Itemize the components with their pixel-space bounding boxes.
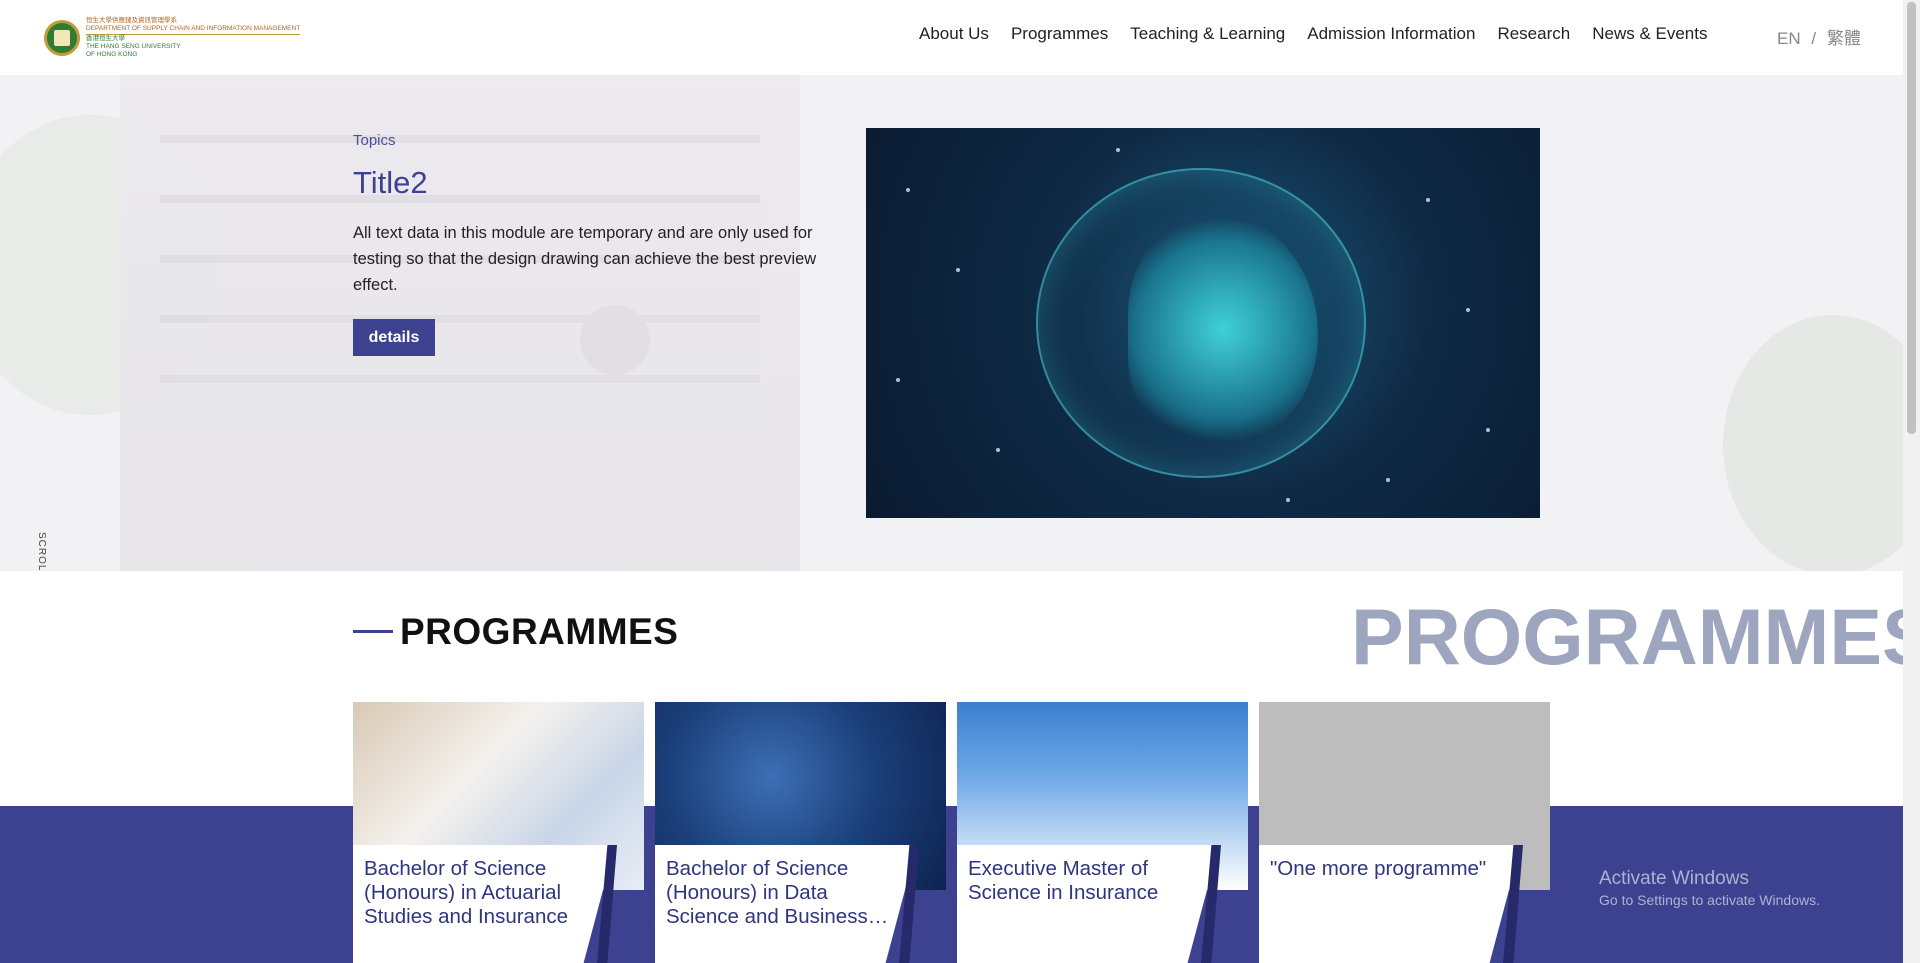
programme-card-title: Executive Master of Science in Insurance (968, 857, 1159, 904)
programme-card-title: Bachelor of Science (Honours) in Data Sc… (666, 857, 868, 928)
site-header: 恒生大學供應鏈及資訊管理學系 DEPARTMENT OF SUPPLY CHAI… (0, 0, 1903, 75)
university-logo[interactable]: 恒生大學供應鏈及資訊管理學系 DEPARTMENT OF SUPPLY CHAI… (44, 17, 301, 59)
logo-text: 恒生大學供應鏈及資訊管理學系 DEPARTMENT OF SUPPLY CHAI… (86, 17, 301, 59)
hero-description: All text data in this module are tempora… (353, 224, 817, 294)
nav-admission-information[interactable]: Admission Information (1307, 24, 1475, 44)
language-switcher: EN / 繁體 (1777, 24, 1861, 49)
logo-line-en-dept: DEPARTMENT OF SUPPLY CHAIN AND INFORMATI… (86, 25, 301, 35)
hero-title: Title2 (353, 165, 428, 200)
programme-card[interactable]: Bachelor of Science (Honours) in Actuari… (353, 702, 644, 963)
programme-card-title: "One more programme" (1270, 857, 1487, 880)
university-seal-icon (44, 20, 80, 56)
programme-card-caption: Bachelor of Science (Honours) in Actuari… (353, 845, 615, 963)
nav-research[interactable]: Research (1497, 24, 1570, 44)
programme-card-caption: Bachelor of Science (Honours) in Data Sc… (655, 845, 917, 963)
programmes-heading: PROGRAMMES (400, 611, 679, 652)
scrollbar-thumb[interactable] (1907, 2, 1916, 434)
logo-line-en-uni: THE HANG SENG UNIVERSITY (86, 43, 181, 50)
heading-accent-line (353, 630, 393, 633)
globe-graphic (1036, 168, 1366, 478)
lang-separator: / (1811, 29, 1817, 48)
watermark-line-2: Go to Settings to activate Windows. (1599, 892, 1820, 908)
nav-teaching-learning[interactable]: Teaching & Learning (1130, 24, 1285, 44)
programme-card-title: Bachelor of Science (Honours) in Actuari… (364, 857, 568, 928)
programme-card-caption: Executive Master of Science in Insurance (957, 845, 1219, 963)
page-scrollbar[interactable] (1903, 0, 1920, 963)
lang-zh[interactable]: 繁體 (1827, 29, 1861, 48)
scroll-indicator-label: SCROLL (36, 532, 47, 571)
logo-line-zh-dept: 恒生大學供應鏈及資訊管理學系 (86, 17, 177, 24)
logo-line-en-uni-2: OF HONG KONG (86, 51, 138, 58)
hero-topics-label: Topics (353, 132, 396, 149)
lang-en[interactable]: EN (1777, 29, 1801, 48)
hero-globe-image[interactable] (866, 128, 1540, 518)
programme-card[interactable]: Bachelor of Science (Honours) in Data Sc… (655, 702, 946, 963)
windows-activation-watermark: Activate Windows Go to Settings to activ… (1599, 868, 1820, 908)
nav-about-us[interactable]: About Us (919, 24, 989, 44)
programme-card[interactable]: "One more programme" (1259, 702, 1550, 963)
programme-card[interactable]: Executive Master of Science in Insurance (957, 702, 1248, 963)
details-button[interactable]: details (353, 319, 435, 356)
hero-banner: Topics Title2 All text data in this modu… (0, 75, 1903, 571)
nav-news-events[interactable]: News & Events (1592, 24, 1707, 44)
programmes-background-text: PROGRAMMES (1351, 592, 1920, 681)
nav-programmes[interactable]: Programmes (1011, 24, 1108, 44)
logo-line-zh-uni: 香港恒生大學 (86, 35, 125, 42)
background-building-image (120, 75, 800, 571)
programme-card-caption: "One more programme" (1259, 845, 1521, 963)
watermark-line-1: Activate Windows (1599, 868, 1749, 889)
main-nav: About Us Programmes Teaching & Learning … (919, 24, 1729, 44)
background-tree (1723, 315, 1903, 571)
